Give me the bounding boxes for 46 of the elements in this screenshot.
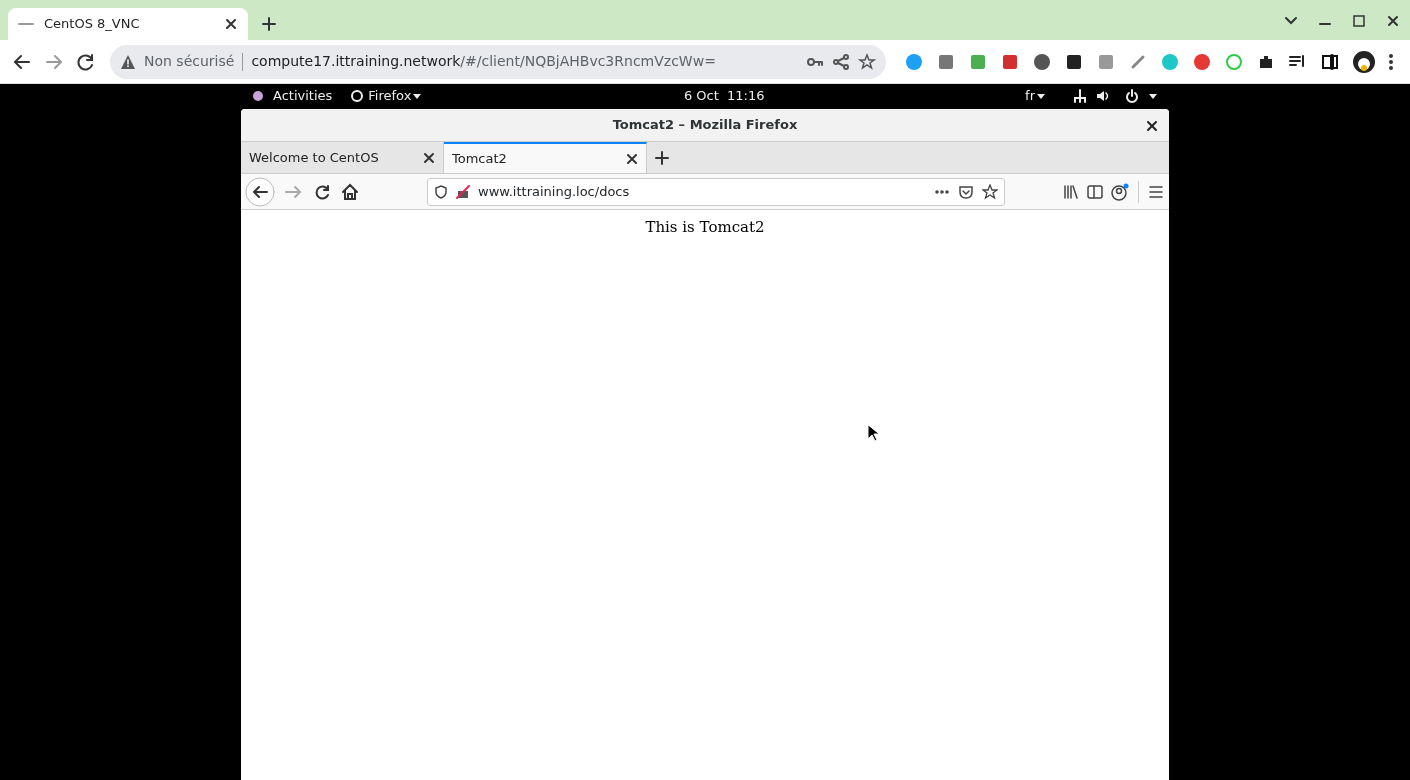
window-title: Tomcat2 – Mozilla Firefox bbox=[612, 116, 798, 135]
volume-icon[interactable] bbox=[1095, 89, 1111, 103]
close-icon[interactable] bbox=[1146, 120, 1158, 132]
network-icon[interactable] bbox=[1073, 89, 1087, 103]
caret-icon bbox=[411, 91, 424, 101]
avatar-icon[interactable] bbox=[1352, 49, 1376, 74]
account-icon[interactable] bbox=[1110, 181, 1130, 202]
star-icon[interactable] bbox=[982, 183, 998, 200]
maximize-icon[interactable] bbox=[1352, 14, 1366, 28]
firefox-icon bbox=[350, 89, 365, 103]
caret-icon bbox=[1035, 91, 1047, 101]
star-icon[interactable] bbox=[858, 52, 876, 71]
page-text: This is Tomcat2 bbox=[644, 217, 766, 238]
close-icon[interactable] bbox=[423, 151, 435, 164]
warning-icon bbox=[120, 53, 136, 70]
app-menu[interactable]: Firefox bbox=[368, 86, 412, 106]
url-text: www.ittraining.loc/docs bbox=[478, 182, 630, 201]
cursor-icon bbox=[867, 424, 879, 442]
shield-icon bbox=[434, 184, 448, 199]
insecure-lock-icon bbox=[456, 184, 470, 199]
caret-icon bbox=[1147, 91, 1159, 101]
new-tab-icon[interactable] bbox=[262, 17, 276, 31]
extension-icon[interactable] bbox=[1032, 51, 1052, 72]
new-tab-icon[interactable] bbox=[655, 150, 669, 165]
activities-button[interactable]: Activities bbox=[273, 86, 333, 106]
close-icon[interactable] bbox=[224, 17, 238, 31]
more-icon[interactable] bbox=[1388, 51, 1394, 72]
url-text: compute17.ittraining.network/#/client/NQBjAHBvc3RncmVzcWw= bbox=[251, 52, 716, 71]
favicon-icon bbox=[18, 22, 34, 26]
pocket-icon[interactable] bbox=[958, 183, 974, 200]
browser-tab[interactable]: CentOS 8_VNC bbox=[8, 8, 248, 40]
share-icon[interactable] bbox=[832, 52, 850, 71]
side-panel-icon[interactable] bbox=[1320, 51, 1340, 72]
close-icon[interactable] bbox=[1386, 14, 1400, 28]
back-icon[interactable] bbox=[245, 176, 275, 207]
browser-tab[interactable]: Tomcat2 bbox=[444, 142, 647, 173]
sidebar-icon[interactable] bbox=[1086, 182, 1104, 201]
library-icon[interactable] bbox=[1062, 182, 1080, 201]
power-icon[interactable] bbox=[1125, 89, 1139, 103]
close-icon[interactable] bbox=[626, 152, 638, 165]
address-bar[interactable]: www.ittraining.loc/docs bbox=[427, 177, 1005, 206]
gnome-foot-icon[interactable] bbox=[251, 89, 265, 103]
security-label: Non sécurisé bbox=[144, 52, 235, 71]
clock[interactable]: 6 Oct 11:16 bbox=[683, 86, 765, 106]
address-bar[interactable]: Non sécurisé compute17.ittraining.network/#/client/NQBjAHBvc3RncmVzcWw= bbox=[110, 44, 886, 79]
language-menu[interactable]: fr bbox=[1025, 86, 1035, 106]
